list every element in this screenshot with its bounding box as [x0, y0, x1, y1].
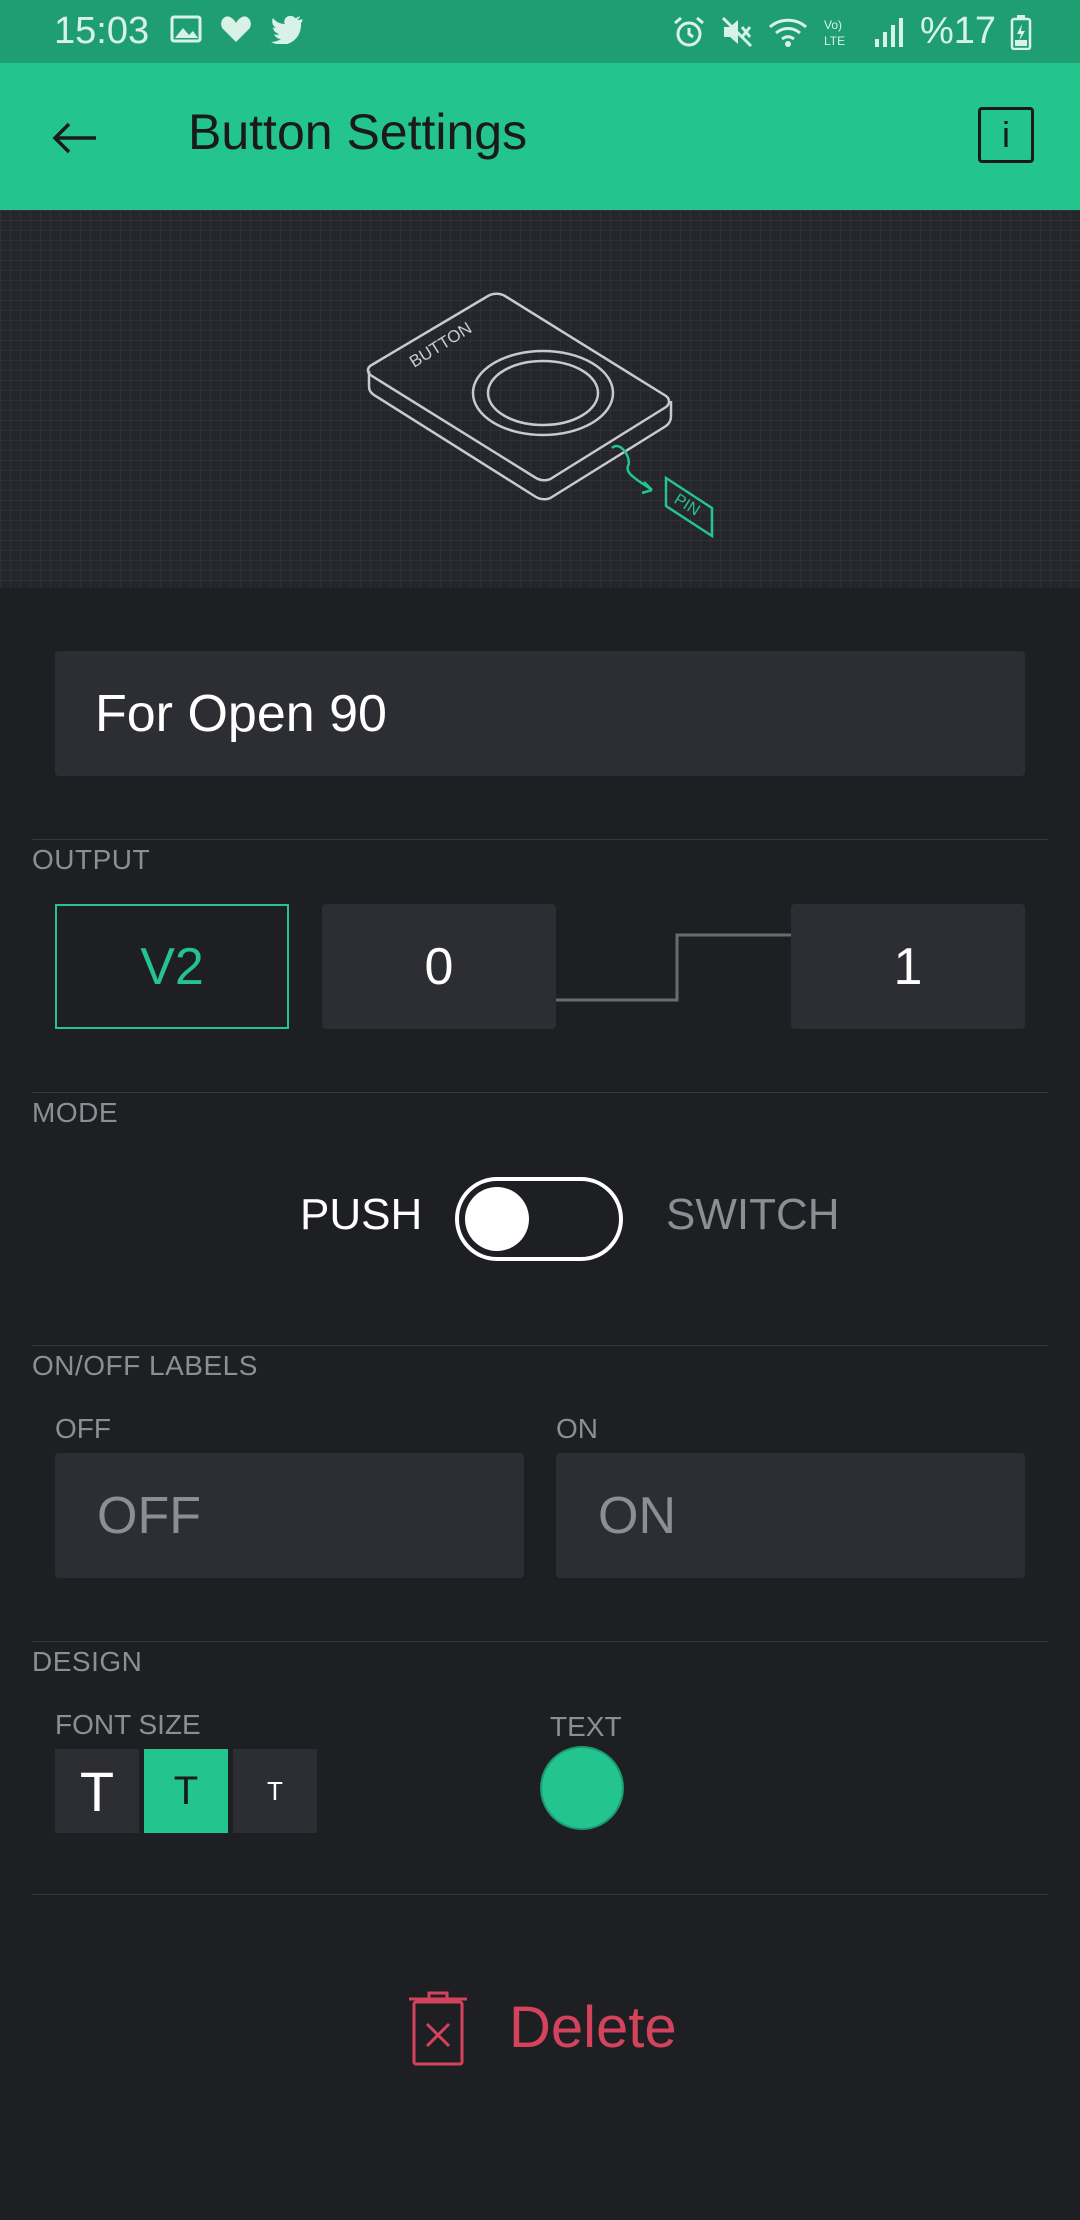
- illustration-pin-text: PIN: [671, 491, 703, 520]
- font-size-label: FONT SIZE: [55, 1709, 201, 1740]
- status-notification-icons: [170, 14, 304, 44]
- on-value-input[interactable]: 1: [791, 904, 1025, 1029]
- alarm-icon: [673, 16, 704, 46]
- svg-text:Vo): Vo): [824, 18, 842, 32]
- mode-toggle[interactable]: [455, 1177, 623, 1261]
- mode-section-label: MODE: [32, 1097, 118, 1128]
- text-color-picker[interactable]: [540, 1746, 624, 1830]
- wifi-icon: [768, 18, 807, 47]
- output-section-label: OUTPUT: [32, 844, 151, 875]
- arrow-left-icon: [52, 122, 96, 154]
- mode-push-label[interactable]: PUSH: [300, 1190, 422, 1240]
- design-section-label: DESIGN: [32, 1646, 143, 1677]
- volte-icon: Vo) LTE: [824, 18, 845, 48]
- battery-icon: [1010, 14, 1032, 50]
- delete-label: Delete: [509, 1995, 677, 2060]
- heart-icon: [221, 16, 251, 42]
- battery-percent: %17: [919, 10, 996, 52]
- toggle-knob: [465, 1187, 529, 1251]
- button-illustration: BUTTON PIN: [366, 292, 714, 539]
- font-size-large-button[interactable]: T: [55, 1749, 139, 1833]
- mode-switch-label[interactable]: SWITCH: [666, 1190, 840, 1240]
- mute-icon: [721, 16, 752, 47]
- image-icon: [170, 15, 202, 43]
- svg-text:LTE: LTE: [824, 34, 845, 48]
- font-size-medium-button[interactable]: T: [144, 1749, 228, 1833]
- illustration-button-text: BUTTON: [406, 318, 475, 371]
- text-color-label: TEXT: [550, 1711, 622, 1742]
- off-label-input[interactable]: OFF: [55, 1453, 524, 1578]
- font-size-small-button[interactable]: T: [233, 1749, 317, 1833]
- output-step-graphic: [556, 933, 792, 1002]
- section-divider: [32, 1641, 1048, 1642]
- section-divider: [32, 1092, 1048, 1093]
- labels-section-label: ON/OFF LABELS: [32, 1350, 258, 1381]
- twitter-icon: [271, 15, 303, 44]
- status-bar: 15:03 Vo) LTE %17: [0, 0, 1080, 63]
- trash-icon: [409, 1991, 467, 2065]
- widget-name-input[interactable]: For Open 90: [55, 651, 1025, 776]
- section-divider: [32, 839, 1048, 840]
- widget-illustration: BUTTON PIN: [0, 210, 1080, 588]
- status-time: 15:03: [54, 10, 150, 52]
- app-bar: Button Settings i: [0, 63, 1080, 210]
- on-label-title: ON: [556, 1413, 598, 1444]
- status-system-icons: Vo) LTE %17: [672, 10, 1032, 53]
- page-title: Button Settings: [188, 104, 528, 160]
- back-button[interactable]: [40, 103, 110, 173]
- off-value-input[interactable]: 0: [322, 904, 556, 1029]
- on-label-input[interactable]: ON: [556, 1453, 1025, 1578]
- info-icon: i: [1002, 114, 1010, 155]
- section-divider: [32, 1894, 1048, 1895]
- signal-icon: [874, 17, 903, 47]
- off-label-title: OFF: [55, 1413, 111, 1444]
- pin-selector[interactable]: V2: [55, 904, 289, 1029]
- info-button[interactable]: i: [978, 107, 1034, 163]
- delete-button[interactable]: Delete: [405, 1985, 677, 2070]
- section-divider: [32, 1345, 1048, 1346]
